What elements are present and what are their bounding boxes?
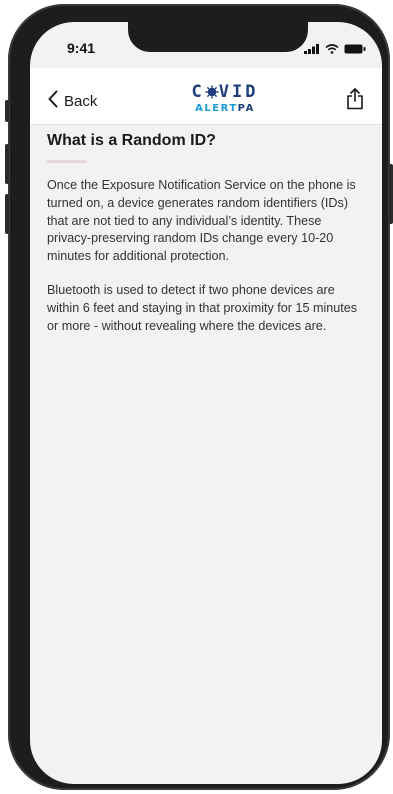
status-time: 9:41 [67, 40, 96, 56]
virus-icon [205, 85, 219, 103]
phone-screen: 9:41 Back C VID ALERTPA What is a Random… [30, 22, 382, 784]
share-button[interactable] [346, 88, 364, 115]
article-content: What is a Random ID? Once the Exposure N… [47, 132, 359, 351]
back-label: Back [64, 93, 98, 110]
status-icons [304, 41, 366, 59]
logo-wordmark-top: C VID [191, 82, 259, 103]
article-paragraph-2: Bluetooth is used to detect if two phone… [47, 282, 358, 333]
volume-down-button [5, 194, 9, 234]
share-icon [346, 88, 364, 114]
back-button[interactable]: Back [48, 90, 97, 113]
power-button [389, 164, 393, 224]
title-underline [47, 160, 87, 163]
signal-icon [304, 41, 320, 59]
notch [128, 22, 308, 52]
wifi-icon [325, 41, 339, 59]
page-title: What is a Random ID? [47, 132, 216, 149]
article-paragraph-1: Once the Exposure Notification Service o… [47, 178, 356, 264]
navigation-bar: Back C VID ALERTPA [30, 68, 382, 125]
battery-icon [344, 41, 366, 59]
covid-alert-pa-logo: C VID ALERTPA [180, 84, 270, 115]
chevron-left-icon [48, 90, 58, 113]
volume-up-button [5, 144, 9, 184]
silent-switch [5, 100, 9, 122]
logo-wordmark-bottom: ALERTPA [195, 103, 255, 114]
